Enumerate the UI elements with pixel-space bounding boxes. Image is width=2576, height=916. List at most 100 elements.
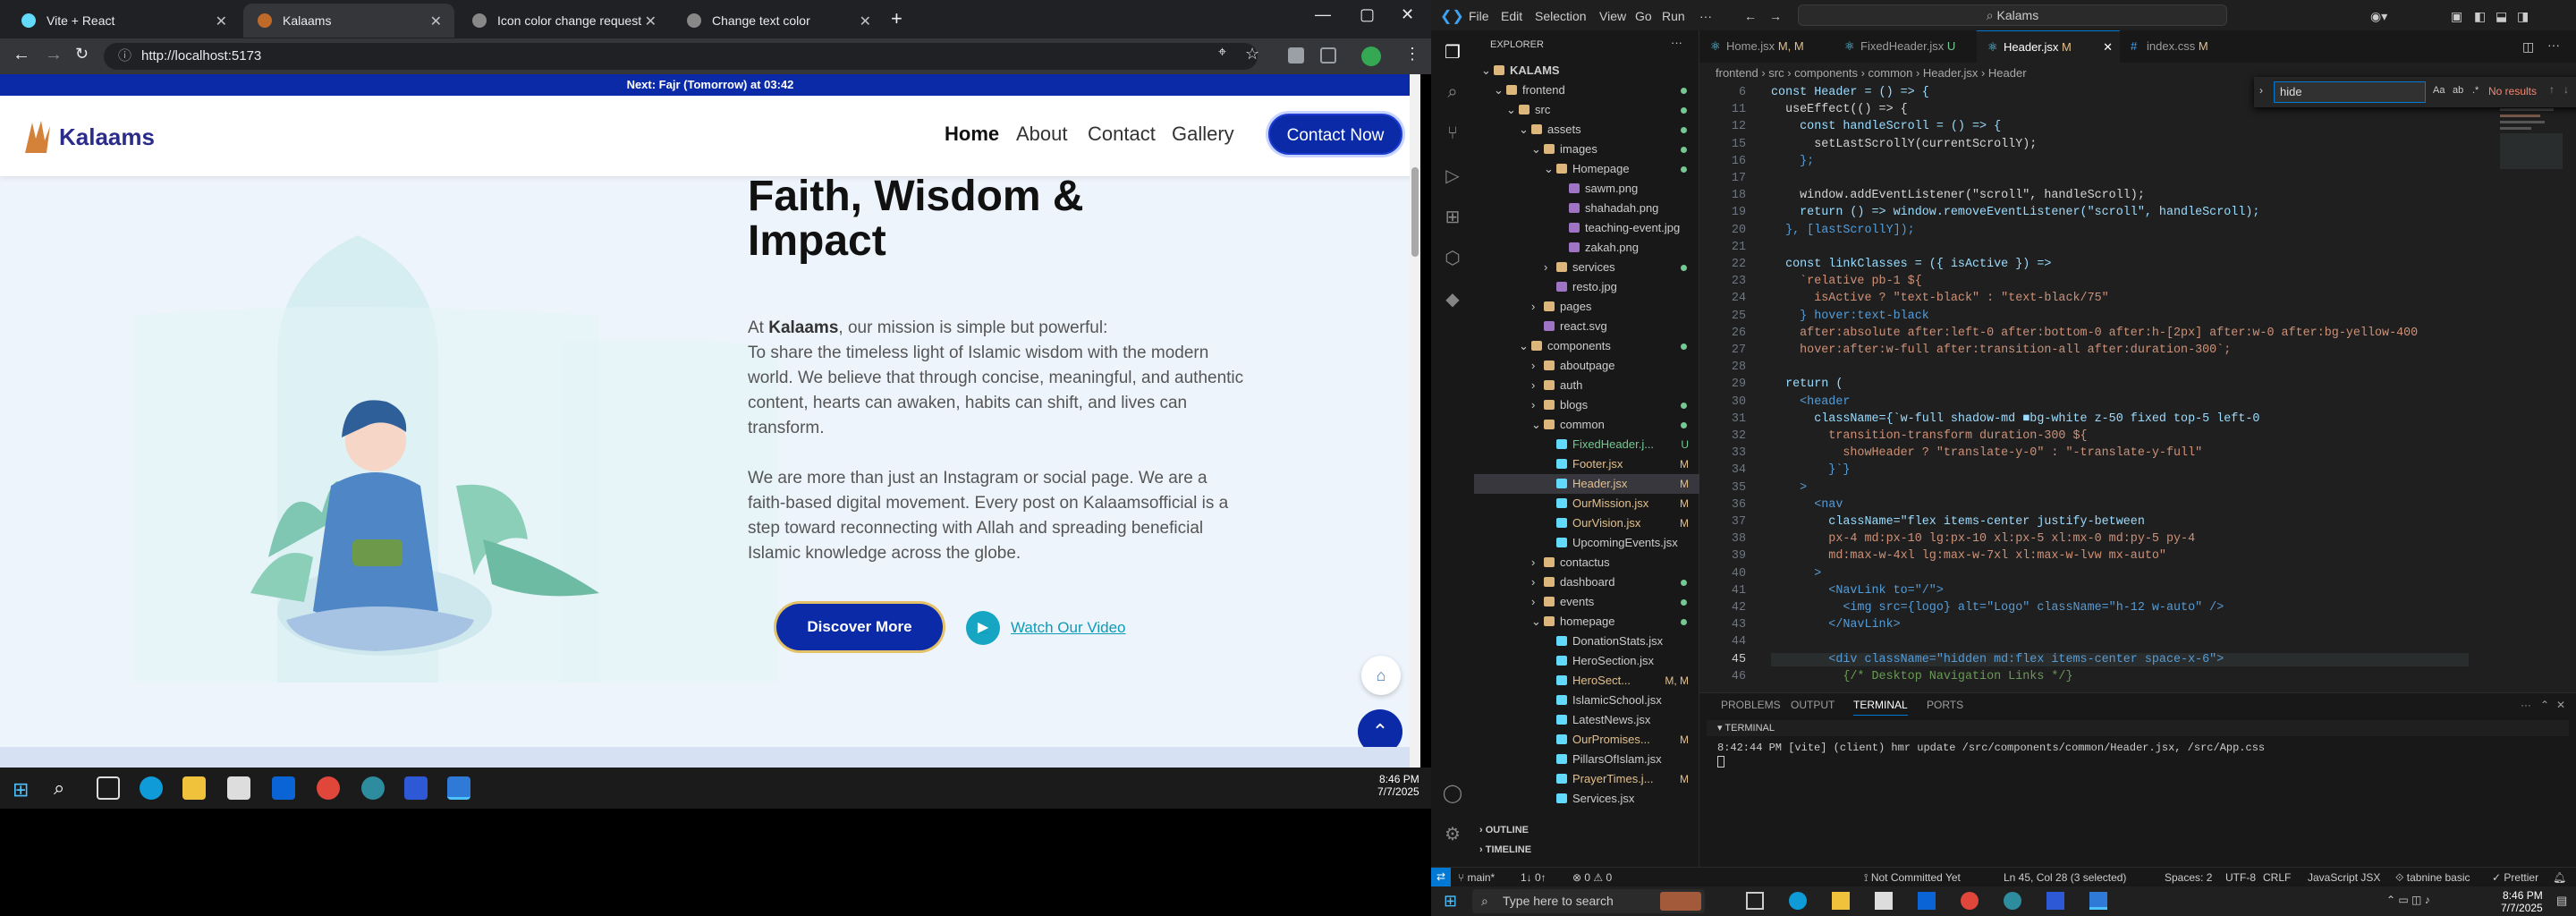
close-icon[interactable]: ✕ [430, 13, 442, 30]
store-icon[interactable] [227, 776, 250, 800]
vscode-icon[interactable] [2089, 892, 2107, 910]
tree-folder[interactable]: › aboutpage [1474, 356, 1699, 376]
menu-selection[interactable]: Selection [1535, 9, 1587, 23]
mail-icon[interactable] [1918, 892, 1936, 910]
tab-change-text[interactable]: Change text color ✕ [673, 4, 884, 38]
page-scrollbar[interactable] [1410, 74, 1420, 768]
tab-index-css[interactable]: # index.css M [2120, 30, 2236, 63]
more-menu-icon[interactable]: ··· [1699, 9, 1712, 23]
close-window-icon[interactable]: ✕ [1401, 5, 1414, 24]
watch-video-link[interactable]: ▶ Watch Our Video [966, 611, 1126, 645]
nav-contact[interactable]: Contact [1088, 123, 1156, 146]
toggle-sidebar-icon[interactable]: ◧ [2474, 9, 2486, 24]
nav-gallery[interactable]: Gallery [1172, 123, 1234, 146]
menu-kebab-icon[interactable]: ⋮ [1404, 45, 1420, 64]
back-icon[interactable]: ← [1744, 9, 1757, 23]
more-icon[interactable]: ··· [2521, 699, 2531, 711]
language-mode[interactable]: JavaScript JSX [2308, 871, 2380, 884]
tree-folder[interactable]: › auth [1474, 376, 1699, 395]
tree-file[interactable]: OurPromises... M [1474, 730, 1699, 750]
tree-folder[interactable]: › dashboard [1474, 572, 1699, 592]
store-icon[interactable] [1875, 892, 1893, 910]
account-icon[interactable]: ◯ [1442, 782, 1463, 803]
run-debug-icon[interactable]: ▷ [1442, 165, 1463, 186]
outline-section[interactable]: › OUTLINE [1479, 825, 1529, 835]
tab-output[interactable]: OUTPUT [1791, 699, 1835, 711]
tab-kalaams[interactable]: Kalaams ✕ [243, 4, 454, 38]
encoding[interactable]: UTF-8 [2225, 871, 2256, 884]
tree-file[interactable]: IslamicSchool.jsx [1474, 691, 1699, 710]
terminal-output[interactable]: 8:42:44 PM [vite] (client) hmr update /s… [1717, 742, 2265, 754]
tree-file[interactable]: sawm.png [1474, 179, 1699, 199]
toggle-replace-icon[interactable]: › [2259, 84, 2263, 97]
vscode-icon[interactable] [447, 776, 470, 800]
close-icon[interactable]: ✕ [645, 13, 657, 30]
chrome-icon[interactable] [1961, 892, 1979, 910]
nav-about[interactable]: About [1016, 123, 1068, 146]
extension-icon[interactable] [1288, 47, 1304, 64]
more-icon[interactable]: ··· [1671, 36, 1682, 49]
tab-terminal[interactable]: TERMINAL [1853, 699, 1908, 716]
mail-icon[interactable] [272, 776, 295, 800]
regex-icon[interactable]: .* [2472, 85, 2479, 96]
app-icon[interactable] [361, 776, 385, 800]
more-actions-icon[interactable]: ··· [2547, 38, 2560, 52]
toggle-secondary-icon[interactable]: ◨ [2517, 9, 2529, 24]
tree-folder[interactable]: ⌄ src [1474, 100, 1699, 120]
breadcrumb[interactable]: frontend › src › components › common › H… [1716, 66, 2027, 80]
problems-count[interactable]: ⊗ 0 ⚠ 0 [1572, 871, 1612, 884]
tree-file[interactable]: DonationStats.jsx [1474, 632, 1699, 651]
tree-file[interactable]: FixedHeader.j... U [1474, 435, 1699, 454]
remote-icon[interactable]: ⬡ [1442, 247, 1463, 268]
git-branch[interactable]: ⑂ main* [1458, 871, 1495, 884]
chrome-icon[interactable] [317, 776, 340, 800]
tree-folder[interactable]: › contactus [1474, 553, 1699, 572]
tree-folder[interactable]: ⌄ frontend [1474, 81, 1699, 100]
tree-file[interactable]: LatestNews.jsx [1474, 710, 1699, 730]
file-explorer-icon[interactable] [182, 776, 206, 800]
avatar[interactable] [1361, 47, 1381, 66]
notification-center-icon[interactable]: ▤ [2556, 894, 2567, 908]
close-panel-icon[interactable]: ✕ [2556, 699, 2565, 711]
toggle-panel-icon[interactable]: ⬓ [2496, 9, 2507, 24]
edge-icon[interactable] [1789, 892, 1807, 910]
tab-problems[interactable]: PROBLEMS [1721, 699, 1781, 711]
tree-folder[interactable]: › pages [1474, 297, 1699, 317]
tree-file[interactable]: resto.jpg [1474, 277, 1699, 297]
tree-folder[interactable]: › events [1474, 592, 1699, 612]
tree-file[interactable]: PrayerTimes.j... M [1474, 769, 1699, 789]
tree-folder[interactable]: ⌄ assets [1474, 120, 1699, 140]
source-control-icon[interactable]: ⑂ [1442, 123, 1463, 145]
explorer-icon[interactable]: ❐ [1442, 41, 1463, 63]
git-blame[interactable]: ⟟ Not Committed Yet [1864, 871, 1961, 885]
menu-run[interactable]: Run [1662, 9, 1685, 23]
nav-home[interactable]: Home [945, 123, 999, 146]
maximize-panel-icon[interactable]: ⌃ [2540, 699, 2549, 711]
tray-icons[interactable]: ⌃ ▭ ◫ ♪ [2386, 894, 2430, 906]
location-icon[interactable]: ⌖ [1218, 45, 1226, 61]
tree-file[interactable]: shahadah.png [1474, 199, 1699, 218]
prayer-widget-icon[interactable]: ⌂ [1361, 656, 1401, 695]
tree-folder[interactable]: › blogs [1474, 395, 1699, 415]
tree-folder[interactable]: ⌄ common [1474, 415, 1699, 435]
extensions-icon[interactable]: ⊞ [1442, 206, 1463, 227]
match-case-icon[interactable]: Aa [2433, 85, 2445, 96]
new-tab-icon[interactable]: + [891, 7, 902, 30]
tab-vite[interactable]: Vite + React ✕ [7, 4, 240, 38]
search-icon[interactable]: ⌕ [1442, 82, 1463, 104]
tree-file[interactable]: zakah.png [1474, 238, 1699, 258]
copilot-icon[interactable]: ◉▾ [2370, 9, 2387, 24]
tree-folder[interactable]: ⌄ components [1474, 336, 1699, 356]
code-editor[interactable]: 6 const Header = () => {11 useEffect(() =… [1699, 86, 2487, 692]
find-input[interactable]: hide [2274, 81, 2426, 103]
minimize-icon[interactable]: — [1315, 5, 1331, 24]
contact-now-button[interactable]: Contact Now [1268, 114, 1402, 155]
tab-ports[interactable]: PORTS [1927, 699, 1963, 711]
prettier-status[interactable]: ✓ Prettier [2492, 871, 2538, 884]
command-search[interactable]: ⌕ Kalams [1798, 4, 2227, 26]
maximize-icon[interactable]: ▢ [1360, 5, 1375, 24]
tree-folder[interactable]: ⌄ Homepage [1474, 159, 1699, 179]
discover-more-button[interactable]: Discover More [776, 604, 943, 650]
site-logo[interactable]: Kalaams [20, 117, 155, 157]
close-icon[interactable]: ✕ [2103, 31, 2113, 64]
